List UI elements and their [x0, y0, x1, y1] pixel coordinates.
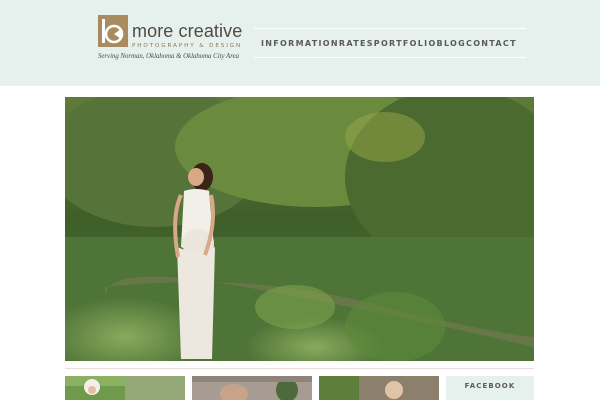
brand-subtitle: PHOTOGRAPHY & DESIGN [132, 43, 243, 49]
section-divider [65, 368, 534, 369]
nav-contact[interactable]: CONTACT [466, 39, 517, 48]
site-header: more creative PHOTOGRAPHY & DESIGN Servi… [0, 0, 600, 86]
b-camera-logo-icon [98, 15, 128, 47]
gallery-thumbnail[interactable] [192, 376, 312, 400]
site-logo[interactable]: more creative PHOTOGRAPHY & DESIGN Servi… [98, 15, 248, 63]
facebook-label: FACEBOOK [464, 382, 516, 390]
gallery-thumbnail[interactable] [319, 376, 439, 400]
gallery-thumbnail[interactable] [65, 376, 185, 400]
nav-blog[interactable]: BLOG [437, 39, 466, 48]
brand-tagline: Serving Norman, Oklahoma & Oklahoma City… [98, 53, 240, 60]
facebook-widget[interactable]: FACEBOOK [446, 376, 534, 400]
nav-rates[interactable]: RATES [339, 39, 374, 48]
nav-portfolio[interactable]: PORTFOLIO [374, 39, 437, 48]
hero-maternity-photo [65, 97, 534, 361]
brand-name: more creative [132, 21, 243, 41]
main-nav: INFORMATION RATES PORTFOLIO BLOG CONTACT [254, 28, 526, 58]
nav-information[interactable]: INFORMATION [261, 39, 339, 48]
